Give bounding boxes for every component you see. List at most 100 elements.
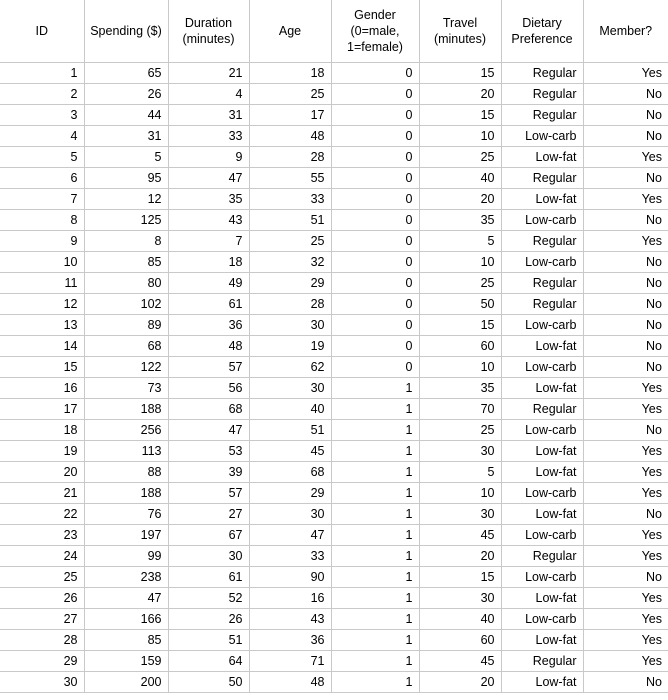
- cell-diet[interactable]: Regular: [501, 167, 584, 189]
- cell-duration[interactable]: 27: [168, 503, 250, 525]
- cell-age[interactable]: 48: [249, 671, 332, 693]
- cell-diet[interactable]: Low-fat: [501, 188, 584, 210]
- cell-gender[interactable]: 1: [331, 608, 420, 630]
- cell-age[interactable]: 30: [249, 314, 332, 336]
- cell-duration[interactable]: 57: [168, 482, 250, 504]
- cell-diet[interactable]: Regular: [501, 230, 584, 252]
- cell-member[interactable]: Yes: [583, 629, 668, 651]
- cell-spending[interactable]: 102: [84, 293, 169, 315]
- cell-member[interactable]: Yes: [583, 398, 668, 420]
- cell-member[interactable]: No: [583, 356, 668, 378]
- cell-diet[interactable]: Low-fat: [501, 377, 584, 399]
- cell-age[interactable]: 48: [249, 125, 332, 147]
- column-header-diet[interactable]: Dietary Preference: [501, 0, 584, 63]
- cell-spending[interactable]: 122: [84, 356, 169, 378]
- cell-member[interactable]: No: [583, 167, 668, 189]
- cell-duration[interactable]: 7: [168, 230, 250, 252]
- cell-id[interactable]: 21: [0, 482, 85, 504]
- cell-member[interactable]: No: [583, 104, 668, 126]
- cell-diet[interactable]: Regular: [501, 62, 584, 84]
- column-header-id[interactable]: ID: [0, 0, 85, 63]
- cell-id[interactable]: 18: [0, 419, 85, 441]
- cell-diet[interactable]: Low-fat: [501, 629, 584, 651]
- cell-age[interactable]: 28: [249, 146, 332, 168]
- cell-spending[interactable]: 31: [84, 125, 169, 147]
- cell-age[interactable]: 30: [249, 503, 332, 525]
- cell-age[interactable]: 28: [249, 293, 332, 315]
- cell-spending[interactable]: 73: [84, 377, 169, 399]
- cell-diet[interactable]: Regular: [501, 398, 584, 420]
- cell-duration[interactable]: 39: [168, 461, 250, 483]
- cell-duration[interactable]: 21: [168, 62, 250, 84]
- cell-duration[interactable]: 51: [168, 629, 250, 651]
- cell-travel[interactable]: 30: [419, 440, 502, 462]
- cell-member[interactable]: No: [583, 83, 668, 105]
- cell-member[interactable]: No: [583, 272, 668, 294]
- cell-diet[interactable]: Low-carb: [501, 608, 584, 630]
- cell-id[interactable]: 25: [0, 566, 85, 588]
- cell-duration[interactable]: 61: [168, 566, 250, 588]
- cell-spending[interactable]: 238: [84, 566, 169, 588]
- cell-travel[interactable]: 20: [419, 671, 502, 693]
- cell-age[interactable]: 18: [249, 62, 332, 84]
- cell-id[interactable]: 23: [0, 524, 85, 546]
- cell-age[interactable]: 29: [249, 482, 332, 504]
- cell-spending[interactable]: 85: [84, 629, 169, 651]
- cell-travel[interactable]: 50: [419, 293, 502, 315]
- cell-travel[interactable]: 15: [419, 104, 502, 126]
- cell-diet[interactable]: Regular: [501, 83, 584, 105]
- cell-member[interactable]: Yes: [583, 587, 668, 609]
- cell-member[interactable]: No: [583, 251, 668, 273]
- cell-id[interactable]: 22: [0, 503, 85, 525]
- cell-age[interactable]: 16: [249, 587, 332, 609]
- cell-gender[interactable]: 1: [331, 671, 420, 693]
- cell-gender[interactable]: 1: [331, 440, 420, 462]
- cell-age[interactable]: 30: [249, 377, 332, 399]
- cell-diet[interactable]: Low-carb: [501, 482, 584, 504]
- cell-spending[interactable]: 5: [84, 146, 169, 168]
- cell-gender[interactable]: 1: [331, 377, 420, 399]
- cell-gender[interactable]: 0: [331, 104, 420, 126]
- cell-travel[interactable]: 20: [419, 188, 502, 210]
- cell-age[interactable]: 40: [249, 398, 332, 420]
- cell-travel[interactable]: 10: [419, 251, 502, 273]
- column-header-spending[interactable]: Spending ($): [84, 0, 169, 63]
- cell-gender[interactable]: 1: [331, 461, 420, 483]
- cell-duration[interactable]: 18: [168, 251, 250, 273]
- cell-diet[interactable]: Low-carb: [501, 566, 584, 588]
- column-header-duration[interactable]: Duration (minutes): [168, 0, 250, 63]
- cell-duration[interactable]: 4: [168, 83, 250, 105]
- cell-age[interactable]: 33: [249, 545, 332, 567]
- cell-spending[interactable]: 188: [84, 398, 169, 420]
- cell-age[interactable]: 55: [249, 167, 332, 189]
- cell-spending[interactable]: 65: [84, 62, 169, 84]
- cell-gender[interactable]: 1: [331, 524, 420, 546]
- cell-member[interactable]: No: [583, 293, 668, 315]
- cell-member[interactable]: Yes: [583, 62, 668, 84]
- cell-spending[interactable]: 8: [84, 230, 169, 252]
- cell-spending[interactable]: 125: [84, 209, 169, 231]
- cell-diet[interactable]: Low-fat: [501, 461, 584, 483]
- cell-spending[interactable]: 85: [84, 251, 169, 273]
- cell-id[interactable]: 29: [0, 650, 85, 672]
- cell-member[interactable]: Yes: [583, 440, 668, 462]
- cell-age[interactable]: 36: [249, 629, 332, 651]
- cell-diet[interactable]: Regular: [501, 272, 584, 294]
- cell-travel[interactable]: 15: [419, 566, 502, 588]
- cell-age[interactable]: 51: [249, 419, 332, 441]
- cell-travel[interactable]: 15: [419, 62, 502, 84]
- cell-age[interactable]: 43: [249, 608, 332, 630]
- cell-duration[interactable]: 53: [168, 440, 250, 462]
- cell-member[interactable]: Yes: [583, 188, 668, 210]
- cell-spending[interactable]: 113: [84, 440, 169, 462]
- cell-diet[interactable]: Low-carb: [501, 356, 584, 378]
- cell-member[interactable]: No: [583, 125, 668, 147]
- cell-id[interactable]: 30: [0, 671, 85, 693]
- cell-travel[interactable]: 30: [419, 503, 502, 525]
- cell-age[interactable]: 45: [249, 440, 332, 462]
- cell-age[interactable]: 17: [249, 104, 332, 126]
- cell-diet[interactable]: Low-fat: [501, 146, 584, 168]
- cell-age[interactable]: 33: [249, 188, 332, 210]
- cell-travel[interactable]: 35: [419, 209, 502, 231]
- cell-travel[interactable]: 35: [419, 377, 502, 399]
